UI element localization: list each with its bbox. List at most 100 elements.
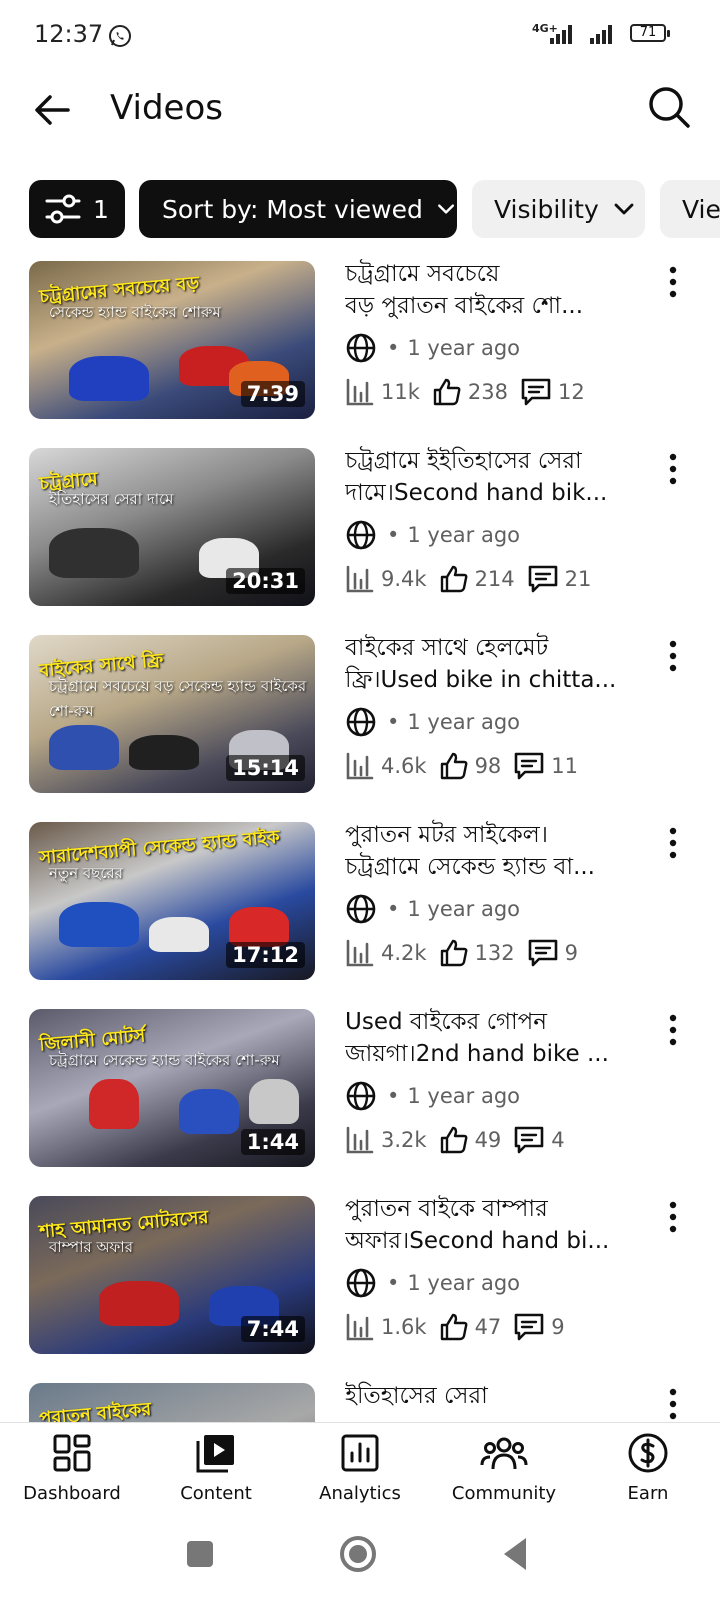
- globe-icon: [346, 333, 376, 363]
- filter-chips: 1 Sort by: Most viewed Visibility Vie: [0, 180, 720, 240]
- globe-icon: [346, 1268, 376, 1298]
- visibility-row: • 1 year ago: [345, 1267, 520, 1299]
- nav-earn[interactable]: Earn: [576, 1431, 720, 1504]
- video-row[interactable]: জিলানী মোটর্স চট্রগ্রামে সেকেন্ড হ্যান্ড…: [0, 1006, 720, 1193]
- views-count: 11k: [381, 380, 420, 404]
- video-thumbnail[interactable]: চট্রগ্রামে ইতিহাসের সেরা দামে 20:31: [29, 448, 315, 606]
- upload-age: 1 year ago: [407, 710, 520, 734]
- video-title[interactable]: বাইকের সাথে হেলমেট ফ্রি।Used bike in chi…: [345, 632, 635, 696]
- nav-content[interactable]: Content: [144, 1431, 288, 1504]
- views-stat: 1.6k: [345, 1312, 427, 1342]
- nav-label: Dashboard: [23, 1483, 121, 1504]
- back-button[interactable]: [500, 1536, 530, 1572]
- comments-count: 9: [551, 1315, 565, 1339]
- battery-level: 71: [630, 24, 666, 42]
- more-vert-icon[interactable]: [658, 449, 688, 489]
- stats-row: 3.2k 49 4: [345, 1124, 577, 1156]
- thumbnail-subtitle: চট্রগ্রামে সবচেয়ে বড় সেকেন্ড হ্যান্ড ব…: [49, 677, 307, 720]
- video-title[interactable]: চট্রগ্রামে ইইতিহাসের সেরা দামে।Second ha…: [345, 445, 635, 509]
- views-stat: 3.2k: [345, 1125, 427, 1155]
- duration-badge: 15:14: [226, 755, 305, 781]
- globe-icon: [346, 707, 376, 737]
- home-button[interactable]: [338, 1534, 378, 1574]
- video-title[interactable]: পুরাতন বাইকে বাম্পার অফার।Second hand bi…: [345, 1193, 635, 1257]
- nav-community[interactable]: Community: [432, 1431, 576, 1504]
- more-vert-icon[interactable]: [658, 1010, 688, 1050]
- thumbnail-subtitle: বাম্পার অফার: [49, 1238, 134, 1256]
- video-title-line-2: বড় পুরাতন বাইকের শো...: [345, 293, 584, 319]
- comments-stat: 21: [527, 564, 591, 594]
- globe-icon: [346, 1081, 376, 1111]
- likes-count: 49: [474, 1128, 502, 1152]
- search-icon[interactable]: [646, 84, 692, 130]
- stats-row: 4.2k 132 9: [345, 937, 590, 969]
- likes-stat: 49: [439, 1125, 502, 1155]
- comments-stat: 4: [513, 1125, 565, 1155]
- views-count: 4.6k: [381, 754, 427, 778]
- video-title-line-2: জায়গা।2nd hand bike ...: [345, 1041, 609, 1067]
- back-arrow-icon[interactable]: [30, 88, 74, 132]
- upload-age: 1 year ago: [407, 897, 520, 921]
- video-row[interactable]: চট্রগ্রামের সবচেয়ে বড় সেকেন্ড হ্যান্ড …: [0, 258, 720, 445]
- more-vert-icon[interactable]: [658, 823, 688, 863]
- filter-sliders-icon: [45, 194, 81, 224]
- visibility-dropdown[interactable]: Visibility: [472, 180, 645, 238]
- comments-stat: 12: [520, 377, 585, 407]
- nav-analytics[interactable]: Analytics: [288, 1431, 432, 1504]
- video-thumbnail[interactable]: পুরাতন বাইকের: [29, 1383, 315, 1422]
- more-vert-icon[interactable]: [658, 262, 688, 302]
- video-title-line-1: বাইকের সাথে হেলমেট: [345, 635, 549, 661]
- nav-dashboard[interactable]: Dashboard: [0, 1431, 144, 1504]
- more-vert-icon[interactable]: [658, 1384, 688, 1422]
- comment-icon: [528, 939, 557, 967]
- dashboard-icon: [53, 1434, 91, 1472]
- sort-label: Sort by: Most viewed: [162, 194, 423, 224]
- filter-button[interactable]: 1: [29, 180, 125, 238]
- recents-button[interactable]: [187, 1541, 213, 1567]
- visibility-row: • 1 year ago: [345, 893, 520, 925]
- video-title-line-2: দামে।Second hand bik...: [345, 480, 608, 506]
- views-bar-icon: [346, 752, 374, 780]
- thumbs-up-icon: [440, 939, 468, 967]
- views-stat: 4.6k: [345, 751, 427, 781]
- content-icon: [196, 1435, 234, 1473]
- thumbs-up-icon: [440, 565, 468, 593]
- video-title-line-2: ফ্রি।Used bike in chitta...: [345, 667, 617, 693]
- visibility-row: • 1 year ago: [345, 706, 520, 738]
- stats-row: 9.4k 214 21: [345, 563, 603, 595]
- nav-label: Content: [180, 1483, 252, 1504]
- video-title[interactable]: ইতিহাসের সেরা: [345, 1380, 635, 1422]
- likes-count: 98: [474, 754, 502, 778]
- views-dropdown[interactable]: Vie: [660, 180, 720, 238]
- video-row[interactable]: সারাদেশব্যাপী সেকেন্ড হ্যান্ড বাইক নতুন …: [0, 819, 720, 1006]
- video-thumbnail[interactable]: সারাদেশব্যাপী সেকেন্ড হ্যান্ড বাইক নতুন …: [29, 822, 315, 980]
- video-row[interactable]: শাহ আমানত মোটরসের বাম্পার অফার 7:44 পুরা…: [0, 1193, 720, 1380]
- stats-row: 1.6k 47 9: [345, 1311, 577, 1343]
- sort-dropdown[interactable]: Sort by: Most viewed: [139, 180, 457, 238]
- video-title-line-2: চট্রগ্রামে সেকেন্ড হ্যান্ড বা...: [345, 854, 595, 880]
- video-title[interactable]: পুরাতন মটর সাইকেল। চট্রগ্রামে সেকেন্ড হ্…: [345, 819, 635, 883]
- likes-stat: 238: [432, 377, 508, 407]
- views-bar-icon: [346, 378, 374, 406]
- video-row[interactable]: বাইকের সাথে ফ্রি চট্রগ্রামে সবচেয়ে বড় …: [0, 632, 720, 819]
- video-row[interactable]: পুরাতন বাইকের ইতিহাসের সেরা: [0, 1380, 720, 1422]
- video-list: চট্রগ্রামের সবচেয়ে বড় সেকেন্ড হ্যান্ড …: [0, 258, 720, 1422]
- comments-count: 4: [551, 1128, 565, 1152]
- video-title[interactable]: Used বাইকের গোপন জায়গা।2nd hand bike ..…: [345, 1006, 635, 1070]
- views-stat: 4.2k: [345, 938, 427, 968]
- video-thumbnail[interactable]: জিলানী মোটর্স চট্রগ্রামে সেকেন্ড হ্যান্ড…: [29, 1009, 315, 1167]
- video-title[interactable]: চট্রগ্রামে সবচেয়ে বড় পুরাতন বাইকের শো.…: [345, 258, 635, 322]
- more-vert-icon[interactable]: [658, 1197, 688, 1237]
- thumbs-up-icon: [440, 752, 468, 780]
- upload-age: 1 year ago: [407, 336, 520, 360]
- video-row[interactable]: চট্রগ্রামে ইতিহাসের সেরা দামে 20:31 চট্র…: [0, 445, 720, 632]
- video-thumbnail[interactable]: চট্রগ্রামের সবচেয়ে বড় সেকেন্ড হ্যান্ড …: [29, 261, 315, 419]
- upload-age: 1 year ago: [407, 1271, 520, 1295]
- duration-badge: 1:44: [240, 1129, 305, 1155]
- more-vert-icon[interactable]: [658, 636, 688, 676]
- video-thumbnail[interactable]: শাহ আমানত মোটরসের বাম্পার অফার 7:44: [29, 1196, 315, 1354]
- video-thumbnail[interactable]: বাইকের সাথে ফ্রি চট্রগ্রামে সবচেয়ে বড় …: [29, 635, 315, 793]
- views-count: 4.2k: [381, 941, 427, 965]
- earn-icon: [628, 1433, 668, 1473]
- analytics-icon: [341, 1434, 379, 1472]
